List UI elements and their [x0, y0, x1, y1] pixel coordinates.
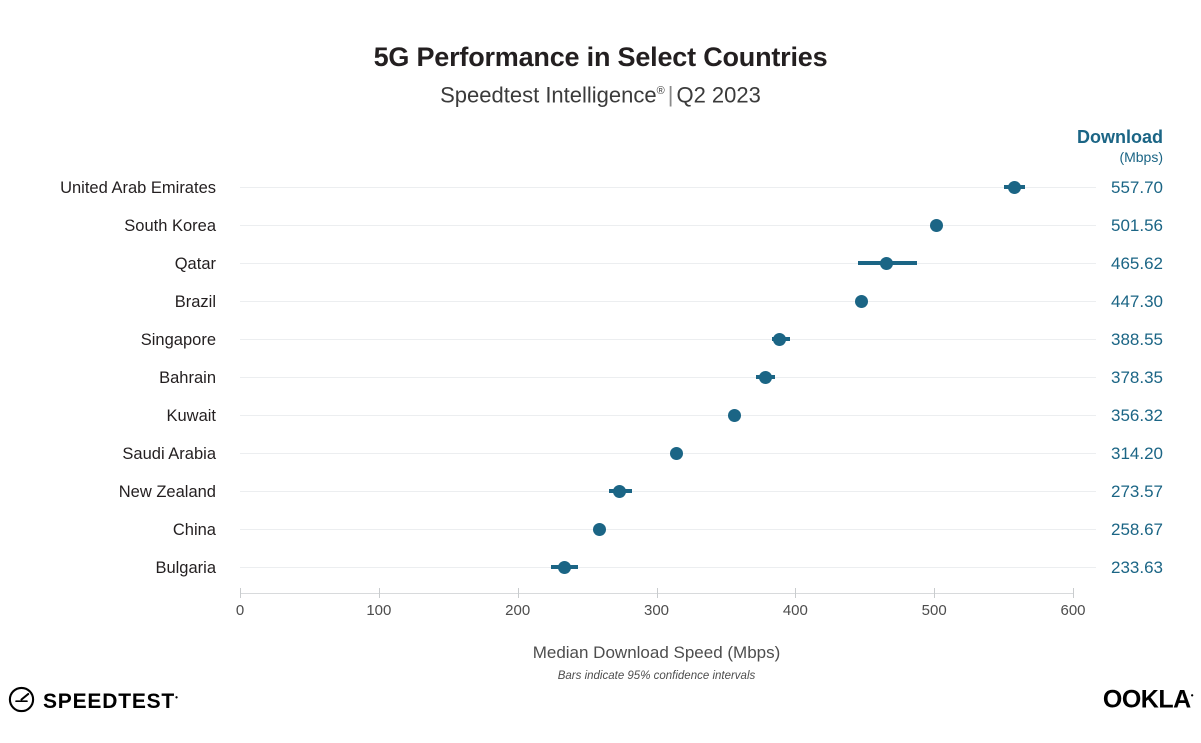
download-value: 557.70 [1111, 178, 1163, 197]
country-label: Bahrain [159, 369, 216, 387]
speedtest-logo: SPEEDTEST• [8, 686, 178, 718]
chart-row: Bulgaria 233.63 [0, 549, 1201, 587]
speedometer-icon [8, 686, 35, 718]
chart-plot-area: United Arab Emirates 557.70 South Korea 501… [0, 0, 1201, 743]
download-value: 273.57 [1111, 482, 1163, 501]
chart-row: China 258.67 [0, 511, 1201, 549]
country-label: South Korea [124, 217, 216, 235]
x-axis-tick-label: 600 [1060, 602, 1086, 619]
chart-annotation: Bars indicate 95% confidence intervals [557, 670, 756, 682]
trademark-icon: • [175, 693, 178, 702]
download-value: 378.35 [1111, 368, 1163, 387]
ookla-wordmark: OOKLA• [1102, 682, 1194, 714]
gridline [240, 415, 1096, 416]
country-label: Brazil [174, 293, 216, 311]
trademark-icon: • [1190, 691, 1194, 700]
speedtest-wordmark: SPEEDTEST• [43, 690, 178, 714]
ookla-logo: OOKLA• [1102, 682, 1194, 714]
country-label: China [172, 521, 216, 539]
x-axis-tick-label: 0 [235, 602, 245, 619]
country-label: Singapore [140, 331, 216, 349]
data-point [728, 409, 742, 422]
gridline [240, 263, 1096, 264]
download-value: 356.32 [1111, 406, 1163, 425]
gridline [240, 339, 1096, 340]
country-label: New Zealand [118, 483, 216, 501]
gridline [240, 453, 1096, 454]
data-point [613, 485, 627, 498]
chart-row: Bahrain 378.35 [0, 359, 1201, 397]
x-axis-tick-mark [934, 588, 936, 598]
x-axis-tick-mark [517, 588, 519, 598]
chart-row: Kuwait 356.32 [0, 397, 1201, 435]
x-axis-tick-mark [240, 588, 241, 598]
chart-row: Singapore 388.55 [0, 321, 1201, 359]
country-label: Bulgaria [155, 559, 216, 577]
download-value: 465.62 [1111, 254, 1163, 273]
country-label: Qatar [174, 255, 216, 273]
chart-row: United Arab Emirates 557.70 [0, 169, 1201, 207]
x-axis-tick-mark [656, 588, 658, 598]
gridline [240, 529, 1096, 530]
data-point [758, 371, 772, 384]
gridline [240, 301, 1096, 302]
download-value: 314.20 [1111, 444, 1163, 463]
gridline [240, 491, 1096, 492]
x-axis-tick-mark [1073, 588, 1074, 598]
chart-row: South Korea 501.56 [0, 207, 1201, 245]
gridline [240, 187, 1096, 188]
x-axis-tick-label: 200 [505, 602, 531, 619]
data-point [879, 257, 893, 270]
chart-row: New Zealand 273.57 [0, 473, 1201, 511]
x-axis-tick-label: 100 [366, 602, 392, 619]
chart-row: Saudi Arabia 314.20 [0, 435, 1201, 473]
country-label: Saudi Arabia [122, 445, 216, 463]
x-axis-tick-mark [378, 588, 380, 598]
gridline [240, 377, 1096, 378]
x-axis-label: Median Download Speed (Mbps) [532, 643, 781, 662]
download-value: 388.55 [1111, 330, 1163, 349]
download-value: 233.63 [1111, 558, 1163, 577]
data-point [854, 295, 868, 308]
x-axis-tick-label: 300 [643, 602, 670, 619]
gridline [240, 225, 1096, 226]
data-point [592, 523, 606, 536]
chart-row: Qatar 465.62 [0, 245, 1201, 283]
country-label: Kuwait [166, 407, 216, 425]
x-axis-tick-mark [795, 588, 797, 598]
data-point [772, 333, 786, 346]
ookla-wordmark-text: OOKLA [1102, 685, 1191, 714]
data-point [557, 561, 571, 574]
download-value: 447.30 [1111, 292, 1163, 311]
download-value: 258.67 [1111, 520, 1163, 539]
chart-row: Brazil 447.30 [0, 283, 1201, 321]
speedtest-wordmark-text: SPEEDTEST [43, 690, 176, 713]
download-value: 501.56 [1111, 216, 1163, 235]
x-axis-tick-label: 400 [782, 602, 808, 619]
country-label: United Arab Emirates [60, 179, 216, 197]
data-point [929, 219, 943, 232]
x-axis-tick-label: 500 [921, 602, 947, 619]
data-point [669, 447, 683, 460]
gridline [240, 567, 1096, 568]
